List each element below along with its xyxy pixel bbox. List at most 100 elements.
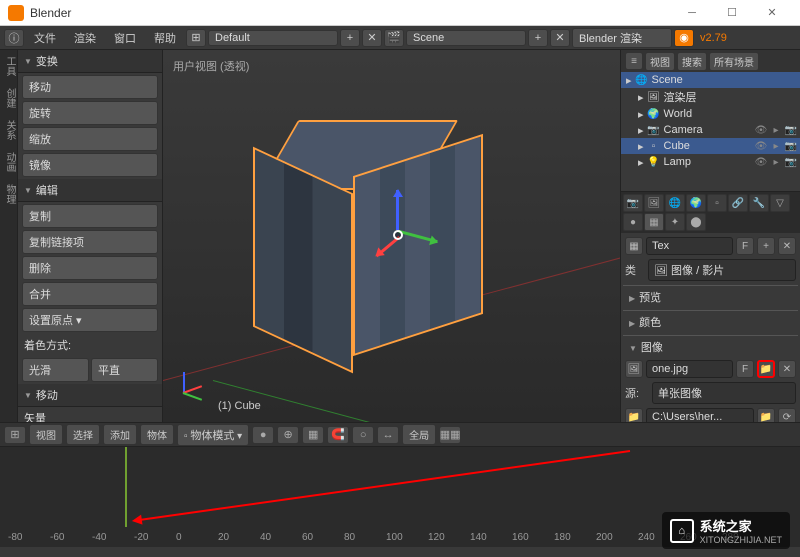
image-fake-user-button[interactable]: F <box>736 360 754 378</box>
orientation-dropdown[interactable]: 全局 <box>402 424 436 445</box>
tree-item[interactable]: ▸🖼渲染层 <box>621 88 800 106</box>
transform-gizmo[interactable] <box>368 205 428 265</box>
duplicate-button[interactable]: 复制 <box>22 204 158 228</box>
tab-physics[interactable]: 物理 <box>0 178 19 210</box>
image-section[interactable]: 图像 <box>623 335 798 358</box>
filepath-reload-button[interactable]: ⟳ <box>778 408 796 422</box>
ruler-tick: -60 <box>50 532 64 543</box>
layers-widget[interactable]: ▦▦ <box>439 426 461 444</box>
duplicate-linked-button[interactable]: 复制链接项 <box>22 230 158 254</box>
texture-datablock-icon[interactable]: ▦ <box>625 237 643 255</box>
tab-modifiers[interactable]: 🔧 <box>749 194 769 212</box>
layout-icon[interactable]: ⊞ <box>186 29 206 47</box>
tab-data[interactable]: ▽ <box>770 194 790 212</box>
outliner[interactable]: ▸🌐Scene▸🖼渲染层▸🌍World▸📷Camera👁▸📷▸▫Cube👁▸📷▸… <box>621 72 800 192</box>
proportional-icon[interactable]: ○ <box>352 426 374 444</box>
manipulator-icon[interactable]: ↔ <box>377 426 399 444</box>
tab-tools[interactable]: 工具 <box>0 50 19 82</box>
tab-material[interactable]: ● <box>623 213 643 231</box>
tab-render[interactable]: 📷 <box>623 194 643 212</box>
add-menu[interactable]: 添加 <box>103 424 137 445</box>
flat-button[interactable]: 平直 <box>91 358 158 382</box>
select-menu[interactable]: 选择 <box>66 424 100 445</box>
scene-add-button[interactable]: + <box>528 29 548 47</box>
outliner-filter-dropdown[interactable]: 所有场景 <box>709 52 759 71</box>
tree-item[interactable]: ▸🌍World <box>621 106 800 122</box>
scene-dropdown[interactable]: Scene <box>406 30 526 46</box>
filepath-icon[interactable]: 📁 <box>625 408 643 422</box>
image-open-button[interactable]: 📁 <box>757 360 775 378</box>
history-header[interactable]: 移动 <box>18 384 162 407</box>
preview-section[interactable]: 预览 <box>623 285 798 308</box>
menu-file[interactable]: 文件 <box>26 28 64 48</box>
tree-item[interactable]: ▸🌐Scene <box>621 72 800 88</box>
tab-scene[interactable]: 🌐 <box>665 194 685 212</box>
fake-user-button[interactable]: F <box>736 237 754 255</box>
menu-help[interactable]: 帮助 <box>146 28 184 48</box>
set-origin-dropdown[interactable]: 设置原点 ▾ <box>22 308 158 332</box>
editor-type-icon[interactable]: ⊞ <box>4 426 26 444</box>
layout-dropdown[interactable]: Default <box>208 30 338 46</box>
tree-item[interactable]: ▸📷Camera👁▸📷 <box>621 122 800 138</box>
cube-object[interactable] <box>243 120 473 350</box>
object-menu[interactable]: 物体 <box>140 424 174 445</box>
3d-viewport[interactable]: 用户视图 (透视) (1) Cube <box>163 50 620 422</box>
delete-button[interactable]: 删除 <box>22 256 158 280</box>
colors-section[interactable]: 颜色 <box>623 310 798 333</box>
smooth-button[interactable]: 光滑 <box>22 358 89 382</box>
mirror-button[interactable]: 镜像 <box>22 153 158 177</box>
texture-type-dropdown[interactable]: 🖼 图像 / 影片 <box>648 259 796 281</box>
mode-dropdown[interactable]: ▫ 物体模式 ▾ <box>177 424 249 446</box>
tab-constraints[interactable]: 🔗 <box>728 194 748 212</box>
ruler-tick: 180 <box>554 532 571 543</box>
tree-item[interactable]: ▸▫Cube👁▸📷 <box>621 138 800 154</box>
tab-texture[interactable]: ▦ <box>644 213 664 231</box>
layout-add-button[interactable]: + <box>340 29 360 47</box>
translate-button[interactable]: 移动 <box>22 75 158 99</box>
info-icon[interactable]: ⓘ <box>4 29 24 47</box>
filepath-field[interactable]: C:\Users\her... <box>646 408 754 422</box>
rotate-button[interactable]: 旋转 <box>22 101 158 125</box>
pivot-icon[interactable]: ⊕ <box>277 426 299 444</box>
tab-relations[interactable]: 关系 <box>0 114 19 146</box>
image-name-field[interactable]: one.jpg <box>646 360 733 378</box>
tree-item[interactable]: ▸💡Lamp👁▸📷 <box>621 154 800 170</box>
texture-remove-button[interactable]: ✕ <box>778 237 796 255</box>
join-button[interactable]: 合并 <box>22 282 158 306</box>
timeline-cursor[interactable] <box>125 447 127 527</box>
layout-remove-button[interactable]: ✕ <box>362 29 382 47</box>
texture-add-button[interactable]: + <box>757 237 775 255</box>
view-menu[interactable]: 视图 <box>29 424 63 445</box>
outliner-view-menu[interactable]: 视图 <box>645 52 675 71</box>
minimize-button[interactable]: ─ <box>672 1 712 25</box>
tab-world[interactable]: 🌍 <box>686 194 706 212</box>
image-unlink-button[interactable]: ✕ <box>778 360 796 378</box>
outliner-editor-icon[interactable]: ≡ <box>625 52 643 70</box>
filepath-browse-button[interactable]: 📁 <box>757 408 775 422</box>
snap-icon[interactable]: 🧲 <box>327 426 349 444</box>
scene-icon[interactable]: 🎬 <box>384 29 404 47</box>
scale-button[interactable]: 缩放 <box>22 127 158 151</box>
tab-create[interactable]: 创建 <box>0 82 19 114</box>
gizmo-z-axis[interactable] <box>396 190 399 230</box>
tab-physics[interactable]: ⬤ <box>686 213 706 231</box>
texture-name-field[interactable]: Tex <box>646 237 733 255</box>
menu-render[interactable]: 渲染 <box>66 28 104 48</box>
gizmo-center[interactable] <box>393 230 403 240</box>
image-datablock-icon[interactable]: 🖼 <box>625 360 643 378</box>
edit-header[interactable]: 编辑 <box>18 179 162 202</box>
tab-particles[interactable]: ✦ <box>665 213 685 231</box>
source-dropdown[interactable]: 单张图像 <box>652 382 796 404</box>
transform-header[interactable]: 变换 <box>18 50 162 73</box>
tab-animation[interactable]: 动画 <box>0 146 19 178</box>
viewport-shading-icon[interactable]: ● <box>252 426 274 444</box>
menu-window[interactable]: 窗口 <box>106 28 144 48</box>
scene-remove-button[interactable]: ✕ <box>550 29 570 47</box>
tab-object[interactable]: ▫ <box>707 194 727 212</box>
tab-render-layers[interactable]: 🖼 <box>644 194 664 212</box>
close-button[interactable]: ✕ <box>752 1 792 25</box>
outliner-search-menu[interactable]: 搜索 <box>677 52 707 71</box>
layers-icon[interactable]: ▦ <box>302 426 324 444</box>
maximize-button[interactable]: ☐ <box>712 1 752 25</box>
renderer-dropdown[interactable]: Blender 渲染 <box>572 28 672 48</box>
